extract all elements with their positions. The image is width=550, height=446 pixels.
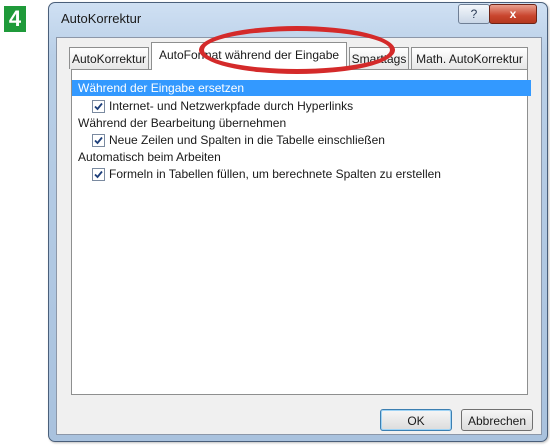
cancel-button[interactable]: Abbrechen [461,409,533,431]
group-header-label: Automatisch beim Arbeiten [78,150,221,164]
tab-autokorrektur[interactable]: AutoKorrektur [69,47,149,69]
option-label: Formeln in Tabellen füllen, um berechnet… [109,167,441,181]
help-button[interactable]: ? [458,4,490,24]
group-header-label: Während der Bearbeitung übernehmen [78,116,287,130]
option-label: Internet- und Netzwerkpfade durch Hyperl… [109,99,354,113]
options-list: Während der Eingabe ersetzen Internet- u… [71,69,531,395]
checkbox-table-rows[interactable] [92,134,105,147]
group-header-label: Während der Eingabe ersetzen [78,81,245,95]
dialog-body: AutoKorrektur AutoFormat während der Ein… [56,37,542,435]
checkbox-formulas[interactable] [92,168,105,181]
step-number-badge: 4 [4,6,26,32]
group-header-apply: Während der Bearbeitung übernehmen [72,115,286,131]
checkbox-hyperlinks[interactable] [92,100,105,113]
group-header-replace[interactable]: Während der Eingabe ersetzen [72,80,531,96]
checkmark-icon [94,102,103,111]
ok-button[interactable]: OK [380,409,452,431]
highlight-oval [199,26,395,74]
group-header-auto: Automatisch beim Arbeiten [72,149,221,165]
close-button[interactable]: x [489,4,537,24]
autokorrektur-dialog: AutoKorrektur ? x AutoKorrektur AutoForm… [48,2,548,442]
tab-math-autokorrektur[interactable]: Math. AutoKorrektur [411,47,528,69]
checkmark-icon [94,170,103,179]
checkmark-icon [94,136,103,145]
dialog-title: AutoKorrektur [61,11,142,26]
option-label: Neue Zeilen und Spalten in die Tabelle e… [109,133,385,147]
